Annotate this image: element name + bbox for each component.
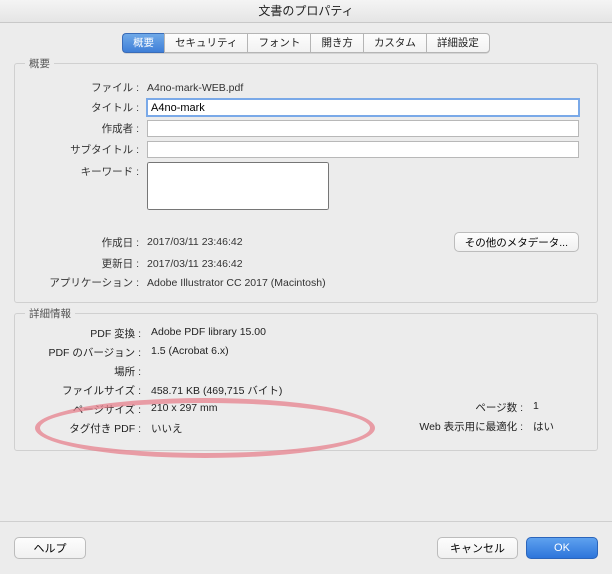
value-app: Adobe Illustrator CC 2017 (Macintosh) xyxy=(147,277,579,289)
value-location xyxy=(151,364,587,379)
input-keywords[interactable] xyxy=(147,162,329,210)
summary-group: 概要 ファイル : A4no-mark-WEB.pdf タイトル : 作成者 :… xyxy=(14,63,598,303)
tab-custom[interactable]: カスタム xyxy=(363,33,426,53)
input-subtitle[interactable] xyxy=(147,141,579,158)
label-pagesize: ページサイズ : xyxy=(25,402,151,417)
value-file: A4no-mark-WEB.pdf xyxy=(147,82,579,94)
label-location: 場所 : xyxy=(25,364,151,379)
input-title[interactable] xyxy=(147,99,579,116)
tab-openmode[interactable]: 開き方 xyxy=(310,33,363,53)
value-created: 2017/03/11 23:46:42 xyxy=(147,236,454,248)
tab-fonts[interactable]: フォント xyxy=(247,33,310,53)
help-button[interactable]: ヘルプ xyxy=(14,537,86,559)
value-pagecount: 1 xyxy=(533,400,573,415)
value-pdf-conv: Adobe PDF library 15.00 xyxy=(151,326,587,341)
details-group: 詳細情報 PDF 変換 : Adobe PDF library 15.00 PD… xyxy=(14,313,598,451)
content-area: 概要 セキュリティ フォント 開き方 カスタム 詳細設定 概要 ファイル : A… xyxy=(0,23,612,521)
label-fastweb: Web 表示用に最適化 : xyxy=(419,419,533,434)
label-title: タイトル : xyxy=(33,100,147,115)
label-keywords: キーワード : xyxy=(33,162,147,179)
label-pdf-conv: PDF 変換 : xyxy=(25,326,151,341)
tab-security[interactable]: セキュリティ xyxy=(164,33,247,53)
label-author: 作成者 : xyxy=(33,121,147,136)
ok-button[interactable]: OK xyxy=(526,537,598,559)
label-app: アプリケーション : xyxy=(33,275,147,290)
other-metadata-button[interactable]: その他のメタデータ... xyxy=(454,232,579,252)
value-fastweb: はい xyxy=(533,419,573,434)
window-title: 文書のプロパティ xyxy=(258,4,353,18)
label-created: 作成日 : xyxy=(33,235,147,250)
value-updated: 2017/03/11 23:46:42 xyxy=(147,258,579,270)
label-file: ファイル : xyxy=(33,80,147,95)
label-tagged: タグ付き PDF : xyxy=(25,421,151,436)
window-titlebar: 文書のプロパティ xyxy=(0,0,612,23)
value-filesize: 458.71 KB (469,715 バイト) xyxy=(151,383,587,398)
cancel-button[interactable]: キャンセル xyxy=(437,537,518,559)
label-filesize: ファイルサイズ : xyxy=(25,383,151,398)
input-author[interactable] xyxy=(147,120,579,137)
label-pdf-ver: PDF のバージョン : xyxy=(25,345,151,360)
value-pdf-ver: 1.5 (Acrobat 6.x) xyxy=(151,345,587,360)
footer: ヘルプ キャンセル OK xyxy=(0,521,612,574)
tabs: 概要 セキュリティ フォント 開き方 カスタム 詳細設定 xyxy=(14,33,598,53)
properties-window: 文書のプロパティ 概要 セキュリティ フォント 開き方 カスタム 詳細設定 概要… xyxy=(0,0,612,574)
tab-summary[interactable]: 概要 xyxy=(122,33,164,53)
label-updated: 更新日 : xyxy=(33,256,147,271)
summary-group-title: 概要 xyxy=(25,56,54,71)
tab-group: 概要 セキュリティ フォント 開き方 カスタム 詳細設定 xyxy=(122,33,490,53)
tab-advanced[interactable]: 詳細設定 xyxy=(426,33,490,53)
label-pagecount: ページ数 : xyxy=(475,400,533,415)
label-subtitle: サブタイトル : xyxy=(33,142,147,157)
